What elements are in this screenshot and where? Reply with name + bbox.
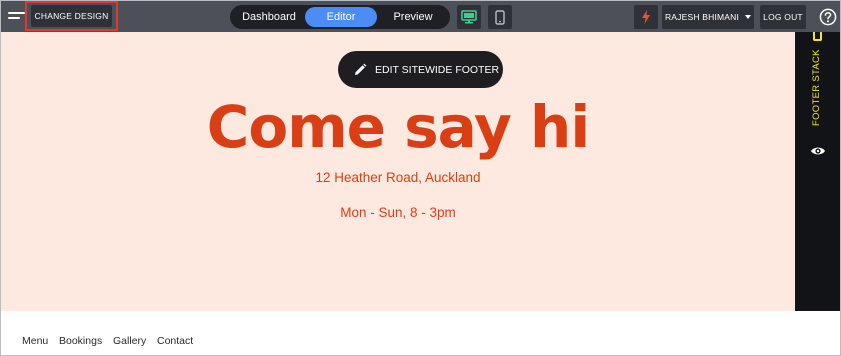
user-menu-button[interactable]: RAJESH BHIMANI (662, 5, 754, 29)
nav-link-bookings[interactable]: Bookings (59, 335, 102, 347)
mobile-icon (495, 9, 505, 25)
logout-button[interactable]: LOG OUT (760, 5, 806, 29)
tab-dashboard[interactable]: Dashboard (236, 7, 302, 27)
desktop-icon (461, 10, 477, 24)
help-icon[interactable] (819, 8, 837, 26)
change-design-button[interactable]: CHANGE DESIGN (31, 5, 112, 27)
tab-editor[interactable]: Editor (305, 7, 377, 27)
footer-stack-panel: FOOTER STACK (795, 32, 840, 311)
menu-icon[interactable] (8, 11, 25, 23)
edit-sitewide-footer-button[interactable]: EDIT SITEWIDE FOOTER (338, 51, 503, 88)
edit-footer-label: EDIT SITEWIDE FOOTER (375, 63, 500, 76)
mobile-view-button[interactable] (488, 5, 512, 29)
mode-switcher: Dashboard Editor Preview (230, 5, 450, 29)
site-footer-nav: Menu Bookings Gallery Contact (1, 311, 840, 355)
footer-address: 12 Heather Road, Auckland (315, 170, 481, 185)
caret-down-icon (745, 15, 752, 19)
editor-toolbar: CHANGE DESIGN Dashboard Editor Preview R… (1, 1, 840, 32)
footer-hours: Mon - Sun, 8 - 3pm (340, 205, 456, 220)
footer-headline: Come say hi (206, 93, 590, 161)
nav-link-menu[interactable]: Menu (22, 335, 48, 347)
nav-link-gallery[interactable]: Gallery (113, 335, 146, 347)
lightning-icon (642, 10, 650, 24)
footer-stack-label[interactable]: FOOTER STACK (811, 48, 825, 128)
tab-preview[interactable]: Preview (380, 7, 446, 27)
eye-icon[interactable] (810, 143, 826, 159)
footer-section: EDIT SITEWIDE FOOTER Come say hi 12 Heat… (1, 32, 795, 311)
quick-actions-button[interactable] (634, 5, 658, 29)
desktop-view-button[interactable] (457, 5, 481, 29)
nav-link-contact[interactable]: Contact (157, 335, 193, 347)
pencil-icon (355, 63, 367, 75)
user-name: RAJESH BHIMANI (664, 12, 740, 22)
stack-marker-icon (813, 32, 822, 41)
